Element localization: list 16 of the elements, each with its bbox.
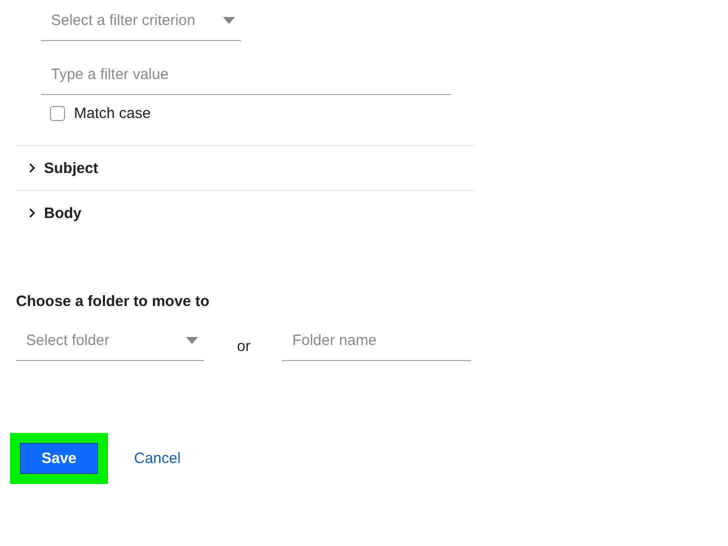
filter-criterion-dropdown[interactable]: Select a filter criterion — [41, 0, 241, 41]
dropdown-caret-icon — [223, 16, 235, 24]
section-header[interactable]: Subject — [16, 145, 476, 190]
match-case-label: Match case — [74, 104, 151, 122]
folder-name-field[interactable]: Folder name — [282, 320, 472, 361]
folder-dropdown[interactable]: Select folder — [16, 320, 204, 361]
chevron-right-icon — [28, 208, 36, 218]
dropdown-caret-icon — [186, 336, 198, 344]
or-label: or — [237, 338, 250, 355]
match-case-checkbox[interactable] — [50, 106, 65, 120]
chevron-right-icon — [28, 163, 36, 173]
folder-heading: Choose a folder to move to — [16, 293, 210, 310]
cancel-link[interactable]: Cancel — [134, 450, 181, 467]
section-header[interactable]: Body — [16, 190, 476, 235]
filter-value-field[interactable]: Type a filter value — [41, 54, 451, 95]
save-button[interactable]: Save — [20, 443, 98, 474]
